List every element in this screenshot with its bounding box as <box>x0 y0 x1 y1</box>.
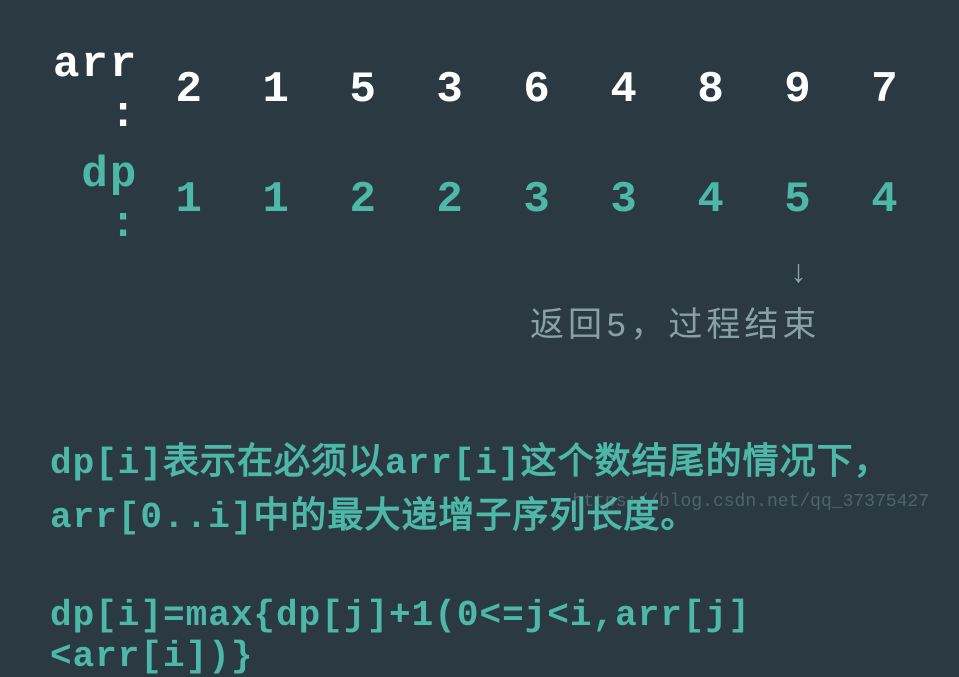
arr-cell: 4 <box>581 65 668 115</box>
annotation-row: 返回5，过程结束 <box>30 297 929 347</box>
dp-cell: 4 <box>668 175 755 225</box>
description-line-1: dp[i]表示在必须以arr[i]这个数结尾的情况下， <box>50 443 891 484</box>
arr-cell: 8 <box>668 65 755 115</box>
arrow-row: ↓ <box>30 255 929 292</box>
dp-cell: 3 <box>581 175 668 225</box>
arr-cell: 2 <box>146 65 233 115</box>
arr-cell: 7 <box>842 65 929 115</box>
dp-cell: 2 <box>407 175 494 225</box>
arr-cell: 1 <box>233 65 320 115</box>
dp-label: dp : <box>30 150 146 250</box>
dp-cell: 5 <box>755 175 842 225</box>
dp-cell: 2 <box>320 175 407 225</box>
arr-label: arr : <box>30 40 146 140</box>
arr-row: arr : 2 1 5 3 6 4 8 9 7 <box>30 40 929 140</box>
dp-description: dp[i]表示在必须以arr[i]这个数结尾的情况下， arr[0..i]中的最… <box>30 437 929 545</box>
watermark: https://blog.csdn.net/qq_37375427 <box>573 492 929 512</box>
dp-cell: 1 <box>146 175 233 225</box>
arr-cell: 5 <box>320 65 407 115</box>
dp-formula: dp[i]=max{dp[j]+1(0<=j<i,arr[j]<arr[i])} <box>30 595 929 677</box>
result-annotation: 返回5，过程结束 <box>530 297 820 347</box>
dp-table: arr : 2 1 5 3 6 4 8 9 7 dp : 1 1 2 2 3 3… <box>30 40 929 347</box>
dp-row: dp : 1 1 2 2 3 3 4 5 4 <box>30 150 929 250</box>
arr-cell: 6 <box>494 65 581 115</box>
down-arrow-icon: ↓ <box>755 255 842 292</box>
arr-cell: 9 <box>755 65 842 115</box>
dp-cell: 4 <box>842 175 929 225</box>
dp-cell: 3 <box>494 175 581 225</box>
dp-cell: 1 <box>233 175 320 225</box>
arr-cell: 3 <box>407 65 494 115</box>
